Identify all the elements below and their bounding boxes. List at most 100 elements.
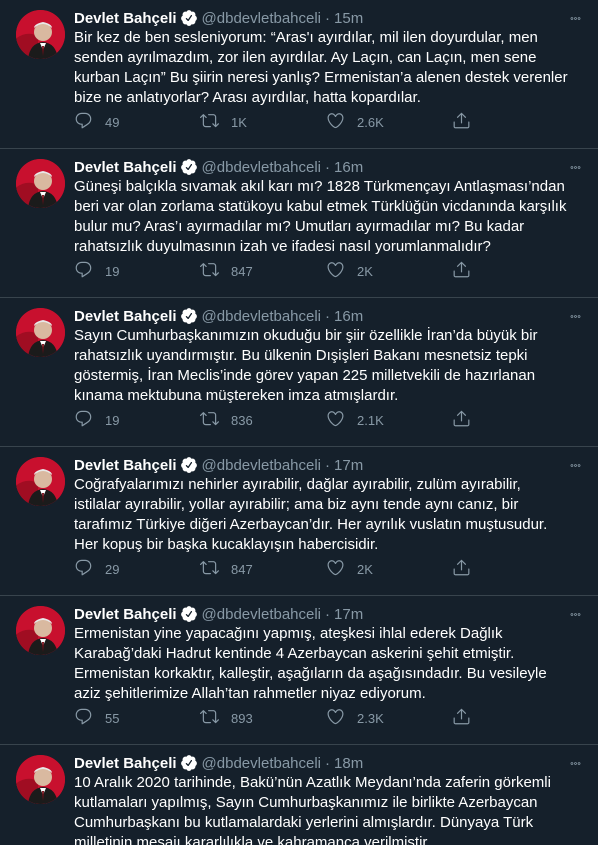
retweet-button[interactable]: 847 xyxy=(200,260,326,282)
reply-icon xyxy=(74,409,93,431)
tweet[interactable]: Devlet Bahçeli @dbdevletbahceli · 16m Gü… xyxy=(0,149,598,298)
avatar-column xyxy=(16,306,74,446)
retweet-icon xyxy=(200,260,219,282)
reply-count: 49 xyxy=(105,114,120,130)
tweet-header: Devlet Bahçeli @dbdevletbahceli · 17m xyxy=(74,455,582,475)
share-button[interactable] xyxy=(452,260,471,282)
tweet-text: Güneşi balçıkla sıvamak akıl karı mı? 18… xyxy=(74,178,567,255)
tweet-timestamp[interactable]: 15m xyxy=(334,10,363,27)
like-icon xyxy=(326,260,345,282)
verified-badge-icon xyxy=(180,9,198,27)
more-icon[interactable] xyxy=(564,157,586,177)
more-icon[interactable] xyxy=(564,753,586,773)
tweet-actions: 29 847 2K xyxy=(74,559,582,579)
tweet-timestamp[interactable]: 18m xyxy=(334,755,363,772)
tweet-content: Devlet Bahçeli @dbdevletbahceli · 17m Co… xyxy=(74,455,582,595)
author-name[interactable]: Devlet Bahçeli xyxy=(74,606,177,623)
author-name[interactable]: Devlet Bahçeli xyxy=(74,755,177,772)
more-icon[interactable] xyxy=(564,306,586,326)
more-icon[interactable] xyxy=(564,455,586,475)
avatar-column xyxy=(16,753,74,845)
verified-badge-icon xyxy=(180,605,198,623)
tweet-timestamp[interactable]: 17m xyxy=(334,457,363,474)
share-icon xyxy=(452,111,471,133)
tweet-header: Devlet Bahçeli @dbdevletbahceli · 15m xyxy=(74,8,582,28)
like-icon xyxy=(326,409,345,431)
author-name[interactable]: Devlet Bahçeli xyxy=(74,159,177,176)
tweet-text: Coğrafyalarımızı nehirler ayırabilir, da… xyxy=(74,476,548,553)
more-icon[interactable] xyxy=(564,8,586,28)
avatar[interactable] xyxy=(16,606,65,655)
author-name[interactable]: Devlet Bahçeli xyxy=(74,308,177,325)
tweet-content: Devlet Bahçeli @dbdevletbahceli · 16m Gü… xyxy=(74,157,582,297)
separator-dot: · xyxy=(325,158,331,176)
author-handle[interactable]: @dbdevletbahceli xyxy=(202,606,321,623)
reply-count: 29 xyxy=(105,561,120,577)
like-button[interactable]: 2.1K xyxy=(326,409,452,431)
tweet[interactable]: Devlet Bahçeli @dbdevletbahceli · 17m Er… xyxy=(0,596,598,745)
like-button[interactable]: 2K xyxy=(326,558,452,580)
avatar[interactable] xyxy=(16,159,65,208)
tweet-text: Sayın Cumhurbaşkanımızın okuduğu bir şii… xyxy=(74,327,538,404)
reply-icon xyxy=(74,260,93,282)
tweet-text: Bir kez de ben sesleniyorum: “Aras'ı ayı… xyxy=(74,29,568,106)
retweet-button[interactable]: 1K xyxy=(200,111,326,133)
retweet-count: 1K xyxy=(231,114,247,130)
reply-button[interactable]: 19 xyxy=(74,260,200,282)
reply-count: 19 xyxy=(105,412,120,428)
tweet-actions: 55 893 2.3K xyxy=(74,708,582,728)
tweet[interactable]: Devlet Bahçeli @dbdevletbahceli · 16m Sa… xyxy=(0,298,598,447)
tweet-actions: 19 836 2.1K xyxy=(74,410,582,430)
author-handle[interactable]: @dbdevletbahceli xyxy=(202,159,321,176)
share-button[interactable] xyxy=(452,707,471,729)
like-button[interactable]: 2.6K xyxy=(326,111,452,133)
reply-button[interactable]: 19 xyxy=(74,409,200,431)
retweet-icon xyxy=(200,409,219,431)
tweet[interactable]: Devlet Bahçeli @dbdevletbahceli · 17m Co… xyxy=(0,447,598,596)
share-icon xyxy=(452,558,471,580)
author-handle[interactable]: @dbdevletbahceli xyxy=(202,308,321,325)
like-button[interactable]: 2.3K xyxy=(326,707,452,729)
author-name[interactable]: Devlet Bahçeli xyxy=(74,10,177,27)
like-count: 2.3K xyxy=(357,710,384,726)
verified-badge-icon xyxy=(180,307,198,325)
separator-dot: · xyxy=(325,754,331,772)
reply-count: 55 xyxy=(105,710,120,726)
tweet-timestamp[interactable]: 16m xyxy=(334,308,363,325)
reply-icon xyxy=(74,707,93,729)
retweet-button[interactable]: 893 xyxy=(200,707,326,729)
tweet[interactable]: Devlet Bahçeli @dbdevletbahceli · 15m Bi… xyxy=(0,0,598,149)
share-button[interactable] xyxy=(452,409,471,431)
author-handle[interactable]: @dbdevletbahceli xyxy=(202,10,321,27)
verified-badge-icon xyxy=(180,754,198,772)
avatar[interactable] xyxy=(16,10,65,59)
tweet-text: Ermenistan yine yapacağını yapmış, ateşk… xyxy=(74,625,547,702)
separator-dot: · xyxy=(325,307,331,325)
avatar-column xyxy=(16,455,74,595)
more-icon[interactable] xyxy=(564,604,586,624)
tweet-timestamp[interactable]: 17m xyxy=(334,606,363,623)
retweet-button[interactable]: 847 xyxy=(200,558,326,580)
share-button[interactable] xyxy=(452,558,471,580)
reply-count: 19 xyxy=(105,263,120,279)
tweet-header: Devlet Bahçeli @dbdevletbahceli · 16m xyxy=(74,157,582,177)
tweet-timestamp[interactable]: 16m xyxy=(334,159,363,176)
separator-dot: · xyxy=(325,456,331,474)
share-button[interactable] xyxy=(452,111,471,133)
avatar[interactable] xyxy=(16,457,65,506)
author-handle[interactable]: @dbdevletbahceli xyxy=(202,457,321,474)
avatar-column xyxy=(16,157,74,297)
reply-button[interactable]: 49 xyxy=(74,111,200,133)
tweet-content: Devlet Bahçeli @dbdevletbahceli · 18m 10… xyxy=(74,753,582,845)
retweet-button[interactable]: 836 xyxy=(200,409,326,431)
author-name[interactable]: Devlet Bahçeli xyxy=(74,457,177,474)
reply-button[interactable]: 55 xyxy=(74,707,200,729)
timeline: Devlet Bahçeli @dbdevletbahceli · 15m Bi… xyxy=(0,0,598,845)
reply-button[interactable]: 29 xyxy=(74,558,200,580)
avatar[interactable] xyxy=(16,308,65,357)
reply-icon xyxy=(74,111,93,133)
author-handle[interactable]: @dbdevletbahceli xyxy=(202,755,321,772)
avatar[interactable] xyxy=(16,755,65,804)
like-button[interactable]: 2K xyxy=(326,260,452,282)
tweet[interactable]: Devlet Bahçeli @dbdevletbahceli · 18m 10… xyxy=(0,745,598,845)
